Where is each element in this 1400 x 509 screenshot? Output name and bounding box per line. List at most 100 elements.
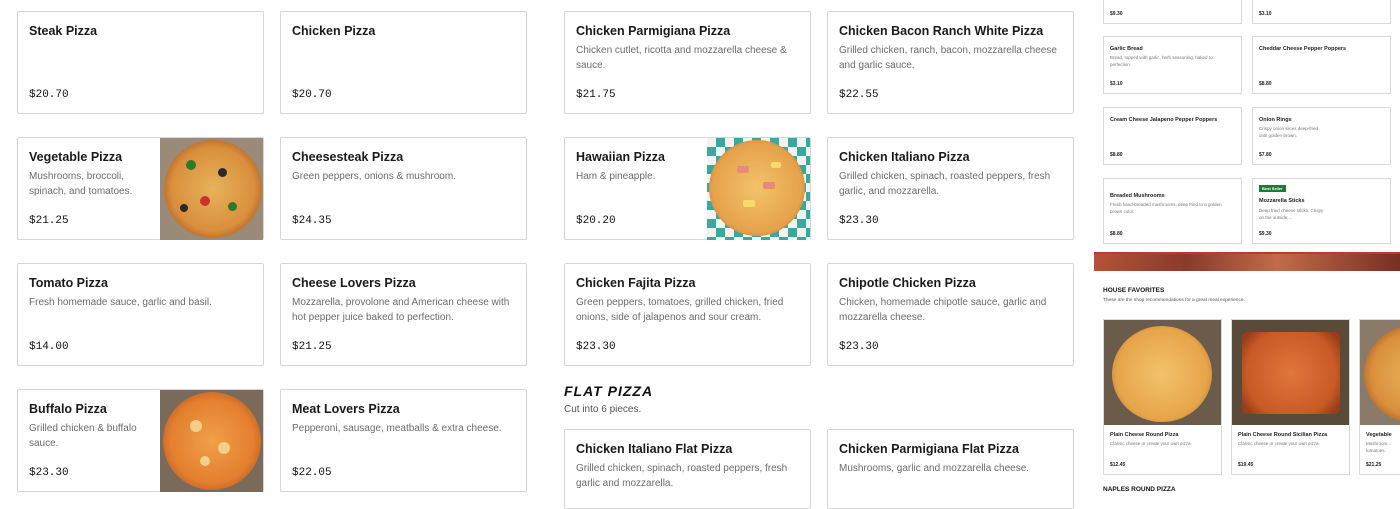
mini-card[interactable]: $9.30 xyxy=(1103,0,1242,24)
menu-item-card[interactable]: Tomato Pizza Fresh homemade sauce, garli… xyxy=(17,263,264,366)
item-description: Fresh homemade sauce, garlic and basil. xyxy=(29,297,212,308)
item-name: Meat Lovers Pizza xyxy=(292,402,400,416)
mini-price: $3.10 xyxy=(1259,11,1272,17)
menu-item-card[interactable]: Meat Lovers Pizza Pepperoni, sausage, me… xyxy=(280,389,527,492)
mini-name: Plain Cheese Round Pizza xyxy=(1110,432,1179,438)
item-price: $20.70 xyxy=(292,89,332,101)
mini-name: Onion Rings xyxy=(1259,117,1292,123)
pizza-image xyxy=(1104,320,1221,425)
item-price: $23.30 xyxy=(839,341,879,353)
item-name: Chicken Italiano Pizza xyxy=(839,150,970,164)
mini-name: Mozzarella Sticks xyxy=(1259,198,1305,204)
item-name: Hawaiian Pizza xyxy=(576,150,665,164)
mini-name: Plain Cheese Round Sicilian Pizza xyxy=(1238,432,1328,438)
mini-price: $9.30 xyxy=(1259,231,1272,237)
item-description: Mushrooms, broccoli, spinach, and tomato… xyxy=(29,171,133,197)
mini-name: Vegetable xyxy=(1366,432,1392,438)
item-name: Cheesesteak Pizza xyxy=(292,150,404,164)
item-name: Chicken Parmigiana Flat Pizza xyxy=(839,442,1019,456)
item-description: Grilled chicken & buffalo sauce. xyxy=(29,423,137,449)
mini-desc: Classic cheese or create your own pizza. xyxy=(1110,441,1192,446)
menu-item-card[interactable]: Chicken Fajita Pizza Green peppers, toma… xyxy=(564,263,811,366)
menu-item-card[interactable]: Chicken Italiano Pizza Grilled chicken, … xyxy=(827,137,1074,240)
item-price: $20.20 xyxy=(576,215,616,227)
naples-title: NAPLES ROUND PIZZA xyxy=(1103,486,1176,493)
section-title: FLAT PIZZA xyxy=(564,383,654,399)
mini-card[interactable]: $3.10 xyxy=(1252,0,1391,24)
menu-item-card[interactable]: Vegetable Pizza Mushrooms, broccoli, spi… xyxy=(17,137,264,240)
item-description: Grilled chicken, spinach, roasted pepper… xyxy=(576,463,788,489)
pizza-image xyxy=(1360,320,1400,425)
pizza-image xyxy=(1232,320,1349,425)
item-name: Vegetable Pizza xyxy=(29,150,123,164)
mini-price: $12.45 xyxy=(1110,462,1126,468)
item-price: $23.30 xyxy=(576,341,616,353)
favorite-card[interactable]: Plain Cheese Round Sicilian Pizza Classi… xyxy=(1231,319,1350,475)
item-name: Chipotle Chicken Pizza xyxy=(839,276,976,290)
item-description: Green peppers, onions & mushroom. xyxy=(292,171,456,182)
item-name: Tomato Pizza xyxy=(29,276,108,290)
mini-price: $8.80 xyxy=(1110,231,1123,237)
item-description: Grilled chicken, spinach, roasted pepper… xyxy=(839,171,1051,197)
mini-price: $7.80 xyxy=(1259,152,1272,158)
favorites-subtitle: These are the shop recommendations for a… xyxy=(1103,298,1245,303)
menu-item-card[interactable]: Cheesesteak Pizza Green peppers, onions … xyxy=(280,137,527,240)
favorite-card[interactable]: Plain Cheese Round Pizza Classic cheese … xyxy=(1103,319,1222,475)
item-name: Chicken Parmigiana Pizza xyxy=(576,24,731,38)
item-description: Mozzarella, provolone and American chees… xyxy=(292,297,510,323)
mini-desc: Fresh hand-breaded mushrooms, deep fried… xyxy=(1110,202,1222,214)
banner-image xyxy=(1094,252,1400,271)
menu-item-card[interactable]: Steak Pizza $20.70 xyxy=(17,11,264,114)
mini-name: Breaded Mushrooms xyxy=(1110,193,1165,199)
item-price: $22.05 xyxy=(292,467,332,479)
menu-item-card[interactable]: Buffalo Pizza Grilled chicken & buffalo … xyxy=(17,389,264,492)
item-price: $21.75 xyxy=(576,89,616,101)
item-description: Ham & pineapple. xyxy=(576,171,656,182)
mini-price: $9.30 xyxy=(1110,11,1123,17)
buffalo-pizza-image xyxy=(160,390,263,492)
mini-desc: Deep fried cheese sticks. Crispy on the … xyxy=(1259,208,1324,220)
item-name: Steak Pizza xyxy=(29,24,98,38)
item-name: Chicken Italiano Flat Pizza xyxy=(576,442,733,456)
item-name: Buffalo Pizza xyxy=(29,402,107,416)
item-price: $23.30 xyxy=(839,215,879,227)
mini-desc: Bread, topped with garlic, herb seasonin… xyxy=(1110,55,1213,67)
menu-item-card[interactable]: Chicken Parmigiana Flat Pizza Mushrooms,… xyxy=(827,429,1074,509)
mini-name: Garlic Bread xyxy=(1110,46,1143,52)
item-price: $20.70 xyxy=(29,89,69,101)
item-name: Chicken Fajita Pizza xyxy=(576,276,696,290)
menu-item-card[interactable]: Chicken Italiano Flat Pizza Grilled chic… xyxy=(564,429,811,509)
mini-card[interactable]: Cream Cheese Jalapeno Pepper Poppers $8.… xyxy=(1103,107,1242,165)
item-description: Pepperoni, sausage, meatballs & extra ch… xyxy=(292,423,502,434)
mini-card[interactable]: Cheddar Cheese Pepper Poppers $8.80 xyxy=(1252,36,1391,94)
menu-item-card[interactable]: Hawaiian Pizza Ham & pineapple. $20.20 xyxy=(564,137,811,240)
mini-price: $8.80 xyxy=(1110,152,1123,158)
mini-card[interactable]: Garlic Bread Bread, topped with garlic, … xyxy=(1103,36,1242,94)
menu-item-card[interactable]: Chicken Parmigiana Pizza Chicken cutlet,… xyxy=(564,11,811,114)
item-price: $22.55 xyxy=(839,89,879,101)
menu-item-card[interactable]: Chipotle Chicken Pizza Chicken, homemade… xyxy=(827,263,1074,366)
item-description: Green peppers, tomatoes, grilled chicken… xyxy=(576,297,784,323)
menu-item-card[interactable]: Chicken Pizza $20.70 xyxy=(280,11,527,114)
menu-item-card[interactable]: Cheese Lovers Pizza Mozzarella, provolon… xyxy=(280,263,527,366)
mini-desc: Mushroom... tomatoes. xyxy=(1366,441,1392,453)
mini-card[interactable]: Breaded Mushrooms Fresh hand-breaded mus… xyxy=(1103,178,1242,244)
hawaiian-pizza-image xyxy=(707,138,810,240)
section-subtitle: Cut into 6 pieces. xyxy=(564,404,642,415)
item-description: Chicken, homemade chipotle sauce, garlic… xyxy=(839,297,1047,323)
mini-name: Cream Cheese Jalapeno Pepper Poppers xyxy=(1110,117,1218,123)
item-price: $23.30 xyxy=(29,467,69,479)
mini-price: $3.10 xyxy=(1110,81,1123,87)
mini-card[interactable]: Best Seller Mozzarella Sticks Deep fried… xyxy=(1252,178,1391,244)
preview-panel: $9.30 $3.10 Garlic Bread Bread, topped w… xyxy=(1094,0,1400,500)
item-description: Grilled chicken, ranch, bacon, mozzarell… xyxy=(839,45,1057,71)
mini-desc: Crispy onion slices deep-fried until gol… xyxy=(1259,126,1319,138)
menu-item-card[interactable]: Chicken Bacon Ranch White Pizza Grilled … xyxy=(827,11,1074,114)
vegetable-pizza-image xyxy=(160,138,263,240)
favorite-card[interactable]: Vegetable Mushroom... tomatoes. $21.25 xyxy=(1359,319,1400,475)
favorites-title: HOUSE FAVORITES xyxy=(1103,287,1165,294)
item-name: Chicken Pizza xyxy=(292,24,376,38)
mini-price: $21.25 xyxy=(1366,462,1382,468)
item-description: Chicken cutlet, ricotta and mozzarella c… xyxy=(576,45,787,71)
mini-card[interactable]: Onion Rings Crispy onion slices deep-fri… xyxy=(1252,107,1391,165)
